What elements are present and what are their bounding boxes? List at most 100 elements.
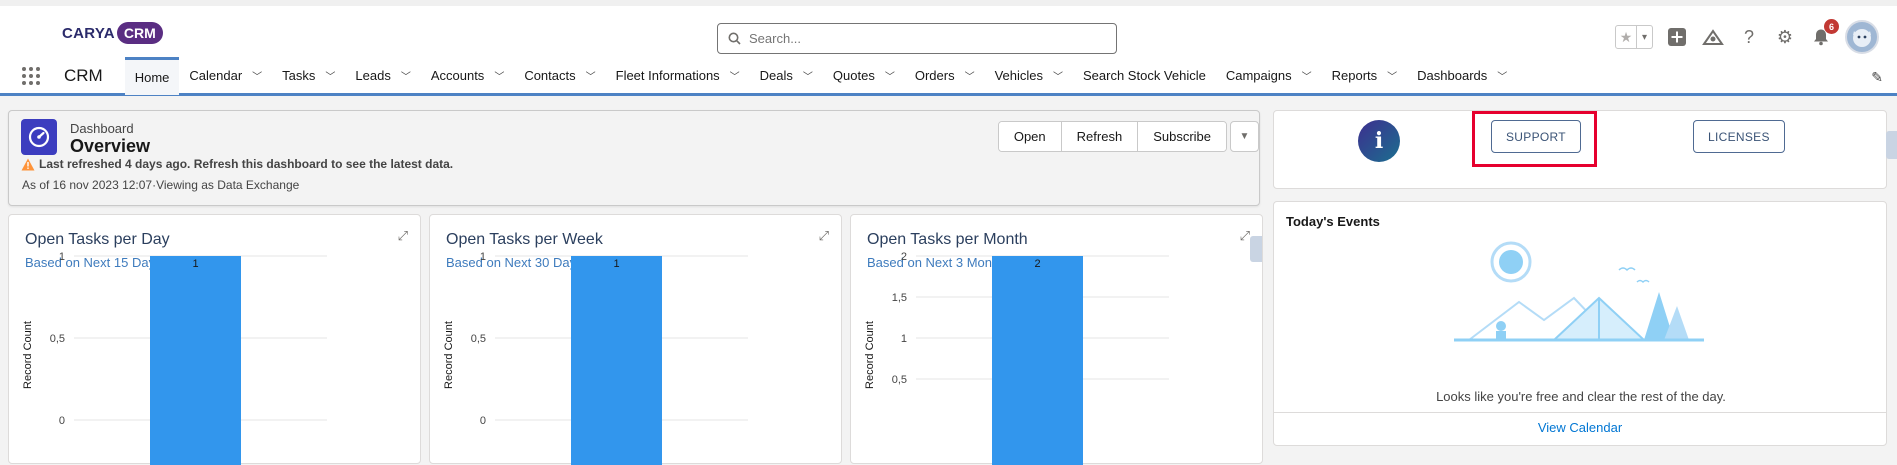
data-label: 1 bbox=[192, 258, 198, 270]
chevron-down-icon[interactable]: ﹀ bbox=[586, 68, 596, 83]
avatar[interactable] bbox=[1845, 20, 1879, 54]
utility-bar: ★ ▾ ? ⚙ 6 bbox=[1615, 19, 1879, 54]
logo-text: CARYA bbox=[62, 24, 115, 42]
global-search[interactable] bbox=[717, 23, 1117, 54]
info-icon: i bbox=[1358, 120, 1400, 162]
more-actions-button[interactable]: ▼ bbox=[1230, 121, 1259, 152]
favorites-group: ★ ▾ bbox=[1615, 25, 1653, 49]
bar bbox=[150, 256, 241, 465]
app-navigation: CRM Home Calendar ﹀ Tasks ﹀ Leads ﹀ Account… bbox=[0, 56, 1897, 96]
nav-item-campaigns[interactable]: Campaigns ﹀ bbox=[1216, 57, 1322, 95]
nav-item-search-stock-vehicle[interactable]: Search Stock Vehicle bbox=[1073, 57, 1216, 95]
search-input[interactable] bbox=[749, 31, 1089, 46]
notification-badge: 6 bbox=[1824, 19, 1839, 34]
chevron-down-icon[interactable]: ﹀ bbox=[325, 68, 335, 83]
bar bbox=[571, 256, 662, 465]
chevron-down-icon[interactable]: ﹀ bbox=[885, 68, 895, 83]
warning-text: Last refreshed 4 days ago. Refresh this … bbox=[39, 157, 454, 171]
chart-card: Open Tasks per Day Based on Next 15 Days… bbox=[8, 214, 421, 465]
chevron-down-icon[interactable]: ﹀ bbox=[1302, 68, 1312, 83]
star-icon[interactable]: ★ bbox=[1616, 26, 1636, 48]
nav-item-contacts[interactable]: Contacts ﹀ bbox=[514, 57, 605, 95]
record-type-label: Dashboard bbox=[70, 121, 134, 136]
quick-links-panel: i SUPPORT LICENSES bbox=[1273, 110, 1897, 189]
y-tick-label: 0,5 bbox=[50, 333, 65, 345]
y-tick-label: 0,5 bbox=[471, 333, 486, 345]
chevron-down-icon[interactable]: ﹀ bbox=[803, 68, 813, 83]
y-axis-label: Record Count bbox=[443, 321, 455, 389]
bar bbox=[992, 256, 1083, 465]
card-title: Today's Events bbox=[1286, 214, 1380, 229]
app-name: CRM bbox=[64, 65, 103, 85]
nav-item-dashboards[interactable]: Dashboards ﹀ bbox=[1407, 57, 1517, 95]
y-tick-label: 0 bbox=[480, 415, 486, 427]
dashboard-header: Dashboard Overview Last refreshed 4 days… bbox=[8, 110, 1260, 206]
dashboard-actions: Open Refresh Subscribe bbox=[997, 121, 1227, 152]
chevron-down-icon[interactable]: ﹀ bbox=[1053, 68, 1063, 83]
nav-item-quotes[interactable]: Quotes ﹀ bbox=[823, 57, 905, 95]
refresh-warning: Last refreshed 4 days ago. Refresh this … bbox=[21, 157, 453, 171]
app-logo[interactable]: CARYA CRM bbox=[62, 22, 163, 44]
bar-chart: 1 0,5 0 Record Count 1 bbox=[443, 251, 748, 465]
y-axis-label: Record Count bbox=[22, 321, 34, 389]
chevron-down-icon[interactable]: ▾ bbox=[1636, 26, 1652, 48]
y-tick-label: 0,5 bbox=[892, 374, 907, 386]
nav-item-leads[interactable]: Leads ﹀ bbox=[345, 57, 420, 95]
y-tick-label: 2 bbox=[901, 251, 907, 263]
todays-events-card: Today's Events Looks like you're free an… bbox=[1273, 201, 1887, 446]
data-label: 1 bbox=[613, 258, 619, 270]
support-button[interactable]: SUPPORT bbox=[1491, 120, 1581, 153]
warning-icon bbox=[21, 158, 35, 170]
subscribe-button[interactable]: Subscribe bbox=[1137, 122, 1226, 151]
chart-card: Open Tasks per Week Based on Next 30 Day… bbox=[429, 214, 842, 465]
nav-item-fleet-informations[interactable]: Fleet Informations ﹀ bbox=[606, 57, 750, 95]
chevron-down-icon[interactable]: ﹀ bbox=[401, 68, 411, 83]
nav-item-vehicles[interactable]: Vehicles ﹀ bbox=[985, 57, 1073, 95]
chevron-down-icon[interactable]: ﹀ bbox=[1387, 68, 1397, 83]
logo-pill: CRM bbox=[116, 22, 163, 44]
licenses-button[interactable]: LICENSES bbox=[1693, 120, 1785, 153]
data-label: 2 bbox=[1034, 258, 1040, 270]
y-tick-label: 1 bbox=[901, 333, 907, 345]
y-tick-label: 1 bbox=[480, 251, 486, 263]
gear-icon[interactable]: ⚙ bbox=[1773, 25, 1797, 49]
nav-item-deals[interactable]: Deals ﹀ bbox=[750, 57, 823, 95]
collapse-handle[interactable] bbox=[1250, 236, 1262, 262]
chevron-down-icon[interactable]: ﹀ bbox=[494, 68, 504, 83]
chevron-down-icon[interactable]: ﹀ bbox=[965, 68, 975, 83]
dashboard-icon bbox=[21, 119, 57, 155]
collapse-handle[interactable] bbox=[1886, 131, 1897, 159]
empty-state-message: Looks like you're free and clear the res… bbox=[1436, 389, 1726, 404]
nav-item-home[interactable]: Home bbox=[124, 56, 180, 95]
nav-item-reports[interactable]: Reports ﹀ bbox=[1322, 57, 1408, 95]
chevron-down-icon[interactable]: ﹀ bbox=[252, 68, 262, 83]
as-of-text: As of 16 nov 2023 12:07·Viewing as Data … bbox=[22, 178, 300, 192]
nav-item-orders[interactable]: Orders ﹀ bbox=[905, 57, 985, 95]
nav-item-accounts[interactable]: Accounts ﹀ bbox=[421, 57, 514, 95]
page-title: Overview bbox=[70, 136, 151, 156]
help-icon[interactable]: ? bbox=[1737, 25, 1761, 49]
y-tick-label: 1,5 bbox=[892, 292, 907, 304]
y-tick-label: 1 bbox=[59, 251, 65, 263]
chevron-down-icon[interactable]: ﹀ bbox=[730, 68, 740, 83]
chevron-down-icon: ▼ bbox=[1239, 131, 1250, 142]
bell-icon[interactable]: 6 bbox=[1809, 19, 1839, 49]
nav-item-calendar[interactable]: Calendar ﹀ bbox=[179, 57, 272, 95]
nav-item-tasks[interactable]: Tasks ﹀ bbox=[272, 57, 345, 95]
camping-illustration bbox=[1454, 241, 1704, 342]
search-icon bbox=[728, 32, 741, 45]
bar-chart: 2 1,5 1 0,5 Record Count 2 bbox=[864, 251, 1169, 465]
y-tick-label: 0 bbox=[59, 415, 65, 427]
trailhead-icon[interactable] bbox=[1701, 25, 1725, 49]
refresh-button[interactable]: Refresh bbox=[1060, 122, 1138, 151]
y-axis-label: Record Count bbox=[864, 321, 876, 389]
edit-nav-icon[interactable]: ✎ bbox=[1871, 69, 1883, 86]
app-launcher-icon[interactable] bbox=[20, 65, 42, 87]
global-header: CARYA CRM ★ ▾ ? ⚙ 6 bbox=[0, 0, 1897, 58]
bar-chart: 1 0,5 0 Record Count 1 bbox=[22, 251, 327, 465]
view-calendar-link[interactable]: View Calendar bbox=[1274, 412, 1886, 446]
open-button[interactable]: Open bbox=[998, 122, 1061, 151]
global-actions-icon[interactable] bbox=[1665, 25, 1689, 49]
chevron-down-icon[interactable]: ﹀ bbox=[1497, 68, 1507, 83]
chart-card: Open Tasks per Month Based on Next 3 Mon… bbox=[850, 214, 1263, 465]
